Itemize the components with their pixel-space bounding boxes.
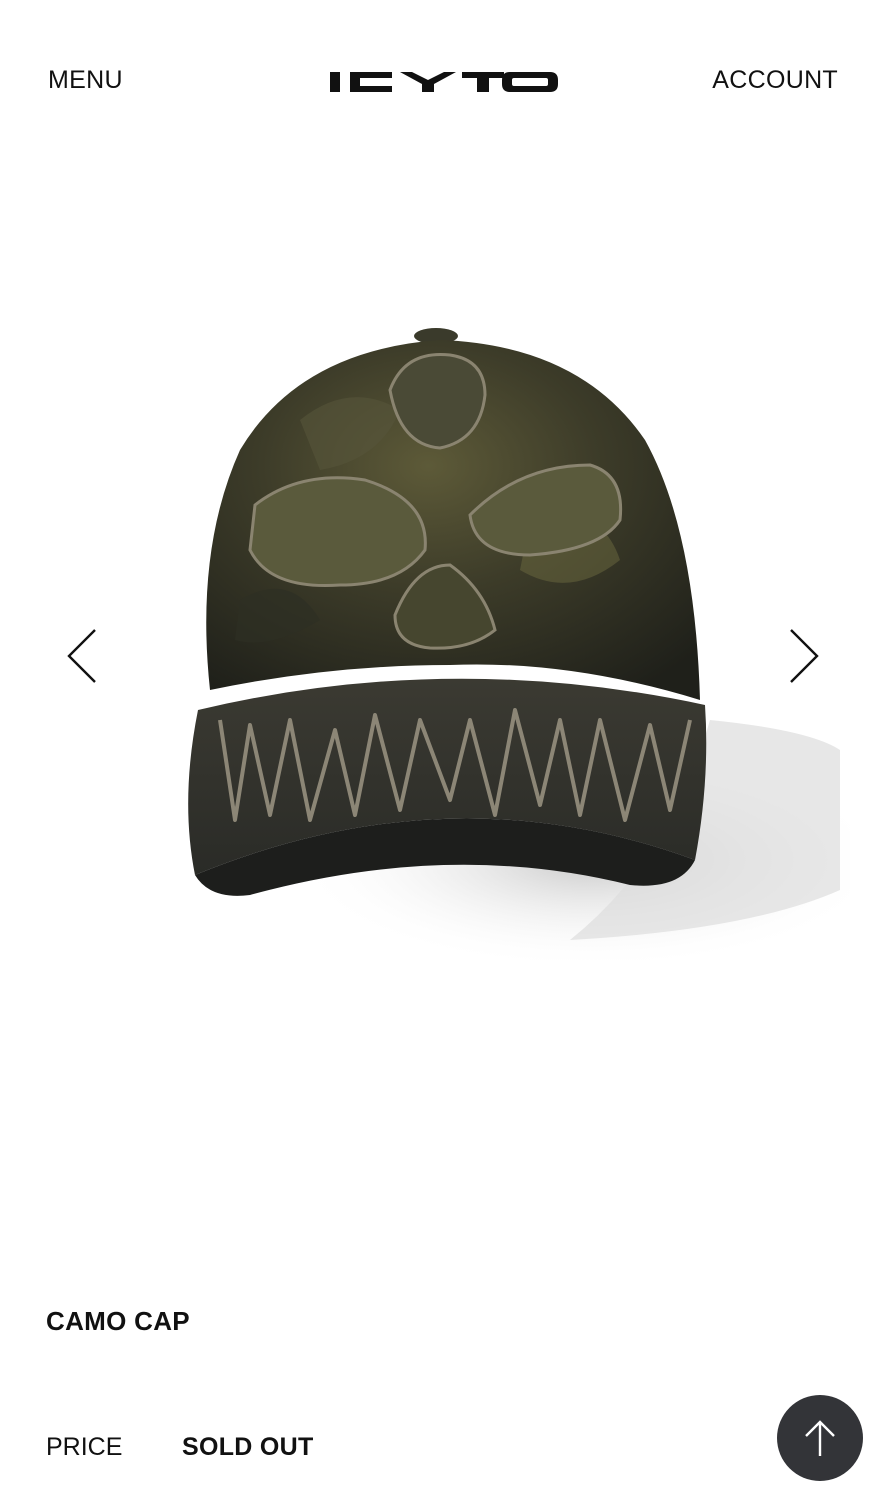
chevron-right-icon	[790, 629, 819, 683]
scroll-to-top-button[interactable]	[777, 1395, 863, 1481]
arrow-up-icon	[805, 1420, 835, 1456]
product-title: CAMO CAP	[46, 1306, 190, 1336]
chevron-left-icon	[67, 629, 96, 683]
price-value: SOLD OUT	[182, 1433, 314, 1461]
next-image-button[interactable]	[776, 618, 832, 694]
account-button[interactable]: ACCOUNT	[712, 66, 838, 95]
menu-button[interactable]: MENU	[48, 66, 123, 95]
prev-image-button[interactable]	[54, 618, 110, 694]
price-label: PRICE	[46, 1433, 123, 1461]
brand-logo[interactable]	[328, 66, 560, 98]
product-image	[188, 328, 850, 960]
site-header: MENU ACCOUNT	[0, 0, 869, 160]
